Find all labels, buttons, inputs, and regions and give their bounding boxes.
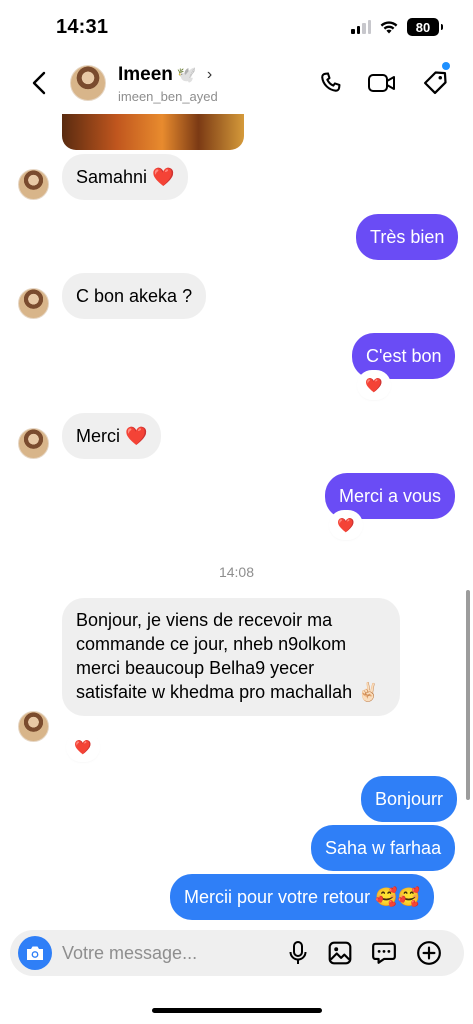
image-icon: [328, 941, 352, 965]
sender-avatar[interactable]: [18, 711, 49, 742]
camera-icon: [27, 946, 43, 960]
battery-icon: 80: [407, 18, 443, 36]
back-icon: [32, 71, 46, 95]
chevron-right-icon: ›: [206, 66, 213, 83]
message-incoming[interactable]: C bon akeka ?: [62, 273, 207, 319]
chat-header: Imeen 🕊️ › imeen_ben_ayed: [0, 56, 473, 114]
notification-dot: [442, 62, 450, 70]
message-outgoing[interactable]: Bonjourr: [361, 776, 458, 822]
message-timestamp: 14:08: [218, 564, 255, 580]
message-incoming[interactable]: Bonjour, je viens de recevoir ma command…: [62, 598, 400, 716]
contact-name-row[interactable]: Imeen 🕊️ ›: [118, 64, 212, 86]
status-icons: 80: [351, 18, 443, 36]
message-composer: [10, 930, 464, 976]
sticker-button[interactable]: [370, 939, 398, 967]
video-call-button[interactable]: [367, 68, 397, 98]
heart-reaction[interactable]: ❤️: [359, 372, 389, 398]
wifi-icon: [380, 20, 398, 33]
back-button[interactable]: [24, 68, 54, 98]
gallery-button[interactable]: [326, 939, 354, 967]
scrollbar[interactable]: [466, 590, 470, 800]
home-indicator: [152, 1008, 322, 1013]
status-bar: 14:31 80: [0, 0, 473, 56]
phone-icon: [321, 72, 341, 92]
message-outgoing[interactable]: Mercii pour votre retour 🥰🥰: [170, 874, 434, 920]
message-outgoing[interactable]: Très bien: [356, 214, 459, 260]
tag-button[interactable]: [420, 68, 450, 98]
contact-name: Imeen: [118, 64, 173, 85]
heart-reaction[interactable]: ❤️: [331, 512, 361, 538]
call-button[interactable]: [316, 68, 346, 98]
sender-avatar[interactable]: [18, 169, 49, 200]
contact-avatar[interactable]: [70, 65, 106, 101]
contact-username: imeen_ben_ayed: [118, 89, 218, 104]
message-list[interactable]: Samahni ❤️ Très bien C bon akeka ? C'est…: [0, 114, 473, 926]
plus-circle-icon: [417, 941, 441, 965]
sender-avatar[interactable]: [18, 428, 49, 459]
message-incoming[interactable]: Merci ❤️: [62, 413, 162, 459]
video-icon: [368, 74, 395, 92]
dove-icon: 🕊️: [176, 67, 197, 84]
signal-icon: [351, 20, 371, 34]
sender-avatar[interactable]: [18, 288, 49, 319]
heart-reaction[interactable]: ❤️: [68, 734, 98, 760]
photo-message[interactable]: [62, 114, 244, 150]
status-time: 14:31: [56, 16, 109, 38]
more-button[interactable]: [415, 939, 443, 967]
chat-bubble-icon: [372, 942, 396, 964]
voice-button[interactable]: [284, 939, 312, 967]
message-outgoing[interactable]: Saha w farhaa: [311, 825, 456, 871]
message-input[interactable]: [62, 938, 272, 968]
microphone-icon: [289, 941, 307, 964]
camera-button[interactable]: [18, 936, 52, 970]
message-incoming[interactable]: Samahni ❤️: [62, 154, 189, 200]
tag-icon: [423, 71, 447, 95]
